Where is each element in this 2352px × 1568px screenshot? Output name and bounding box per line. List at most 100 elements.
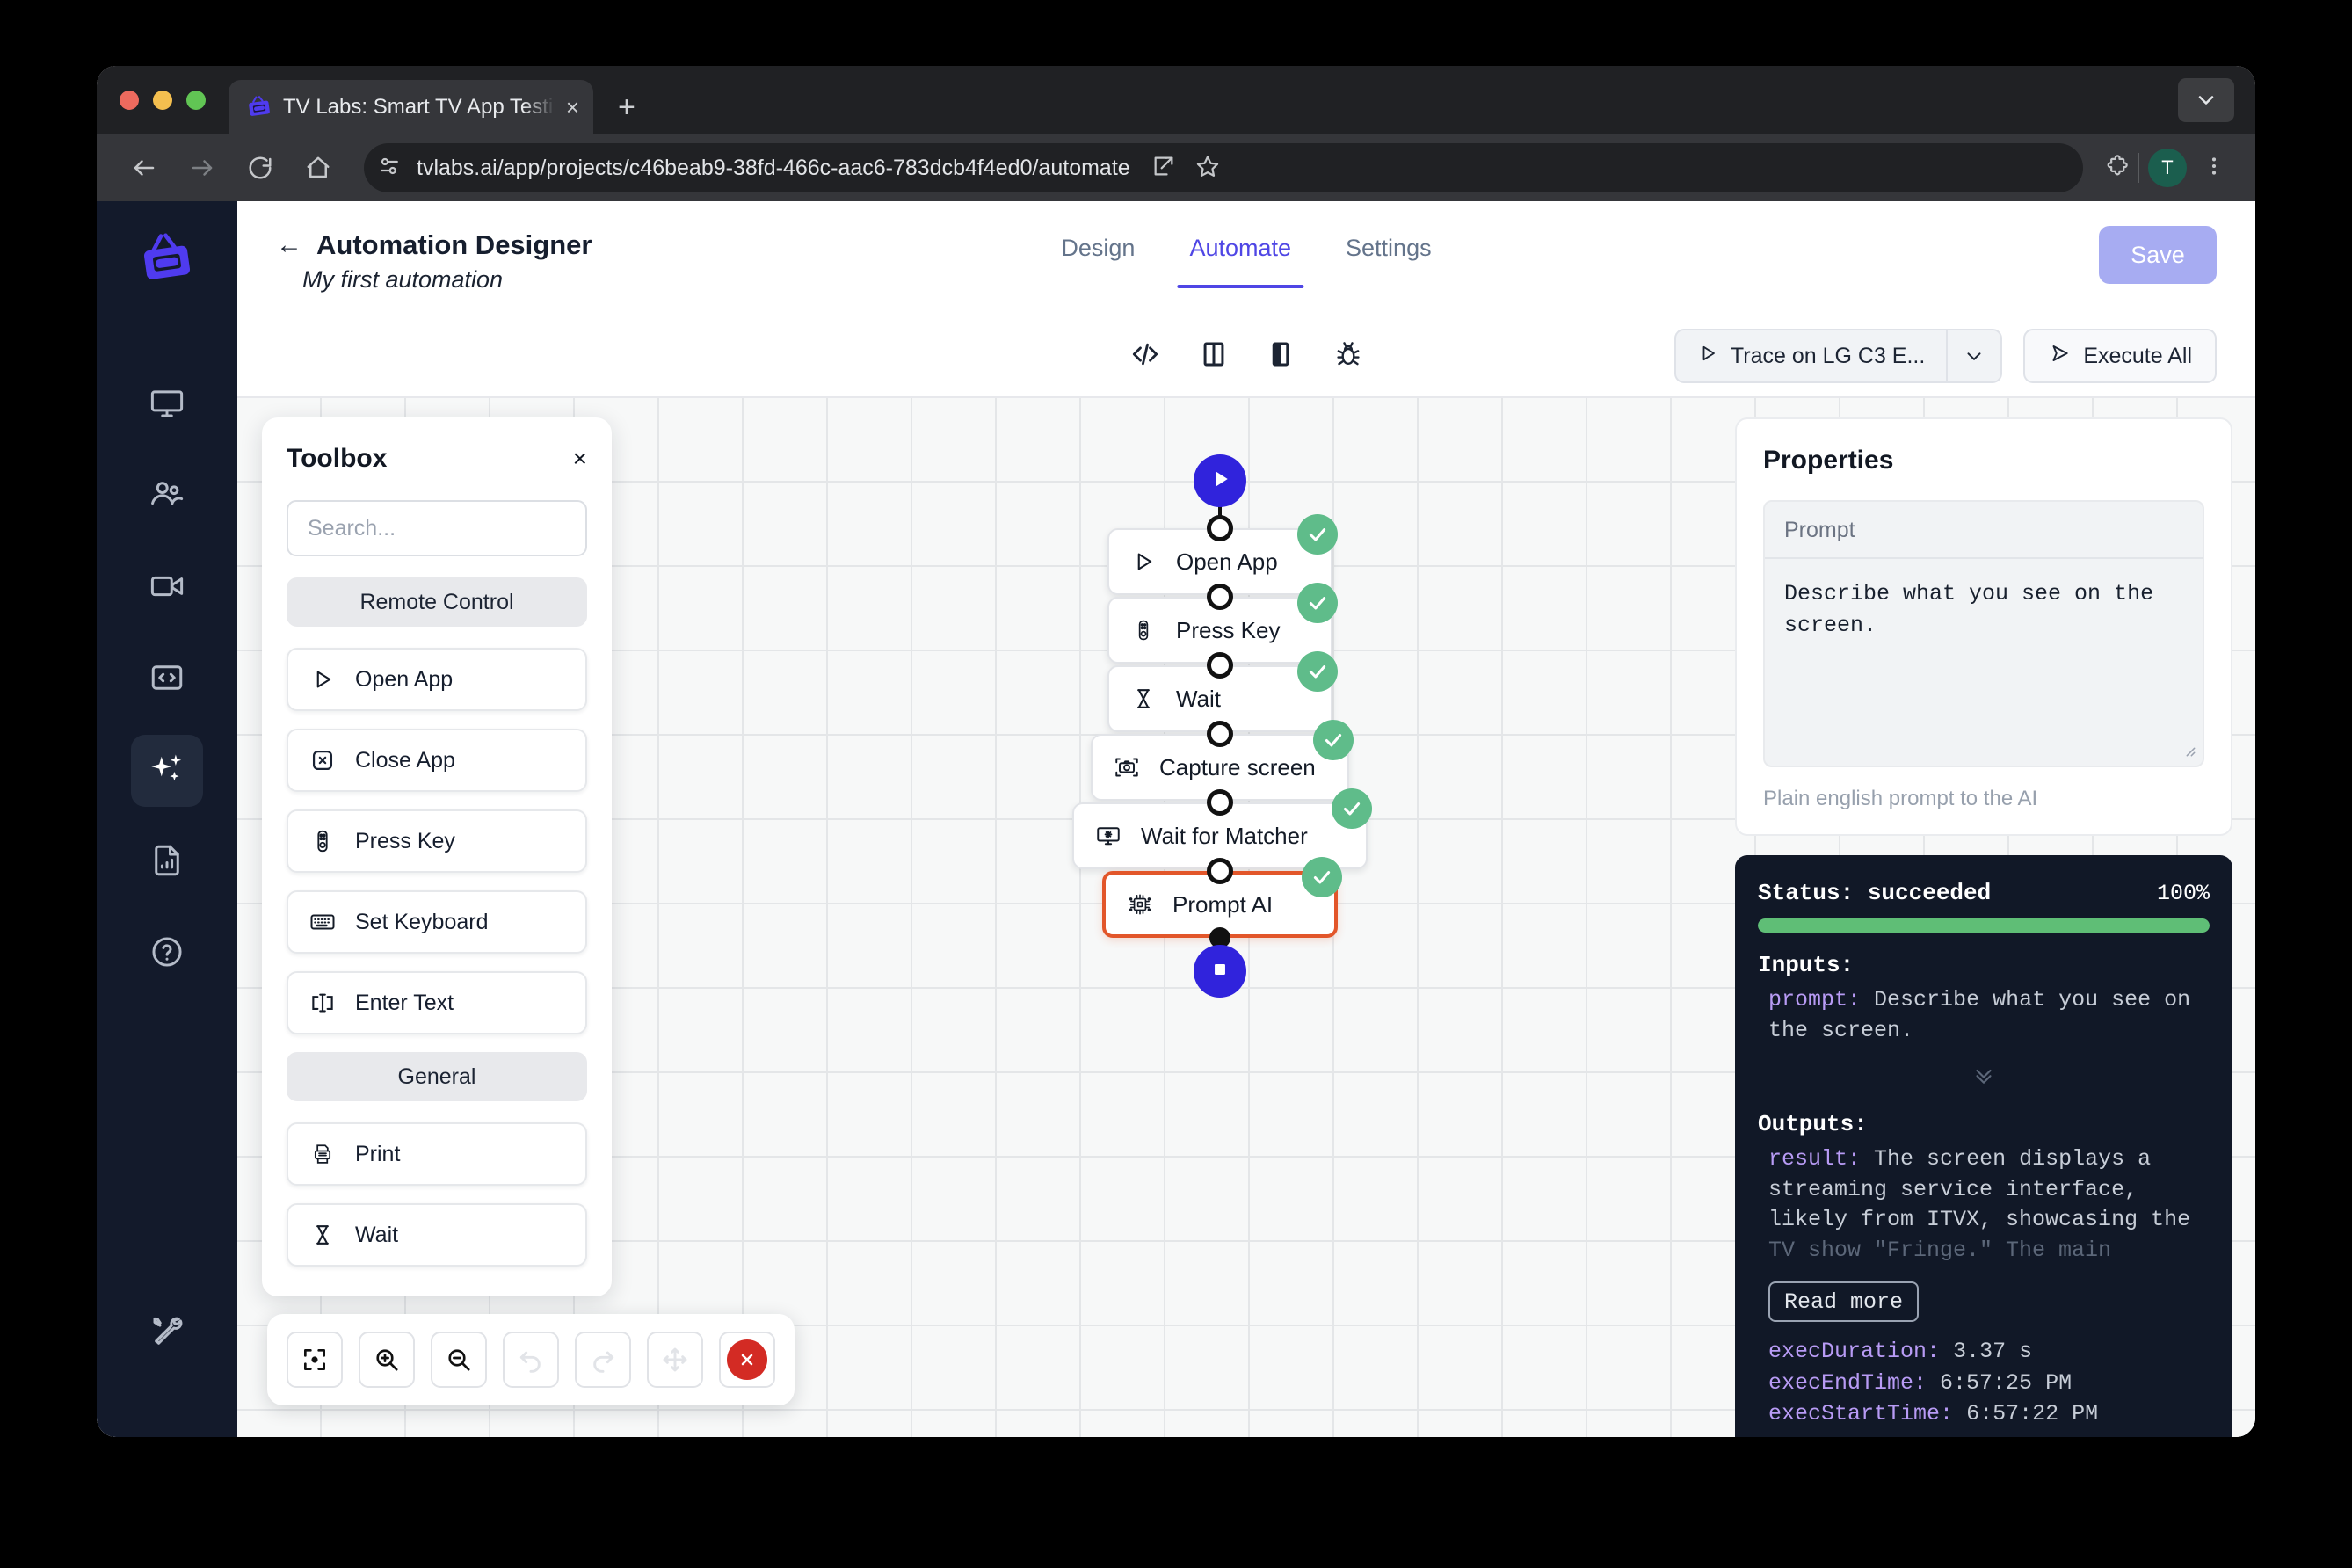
prompt-textarea[interactable] — [1765, 559, 2203, 761]
save-button[interactable]: Save — [2099, 226, 2217, 284]
tab-design[interactable]: Design — [1061, 235, 1135, 288]
input-entry: prompt: Describe what you see on the scr… — [1758, 985, 2210, 1046]
flow-node-input-port[interactable] — [1207, 652, 1233, 679]
flow-node-label: Press Key — [1176, 616, 1281, 643]
automation-canvas[interactable]: Toolbox × Remote Control Open App — [237, 398, 2255, 1437]
site-settings-icon[interactable] — [376, 153, 403, 184]
extensions-puzzle-icon[interactable] — [2104, 154, 2129, 183]
tools-icon — [149, 1312, 185, 1354]
flow-node-label: Wait — [1176, 685, 1222, 712]
play-icon — [1207, 466, 1233, 497]
trace-dropdown-chevron-down-icon[interactable] — [1946, 330, 2000, 381]
status-badge — [1302, 857, 1342, 897]
execute-all-button[interactable]: Execute All — [2023, 329, 2217, 383]
minimize-window-button[interactable] — [153, 91, 172, 110]
outputs-title: Outputs: — [1758, 1111, 1868, 1137]
maximize-window-button[interactable] — [186, 91, 206, 110]
sidebar-item-video[interactable] — [131, 552, 203, 624]
omnibox-divider — [2138, 153, 2139, 183]
pan-button[interactable] — [647, 1332, 703, 1388]
resize-handle-icon[interactable] — [2180, 741, 2197, 762]
flow-end-node[interactable] — [1194, 945, 1246, 998]
split-panel-icon[interactable] — [1199, 339, 1229, 374]
bookmark-star-icon[interactable] — [1195, 154, 1220, 183]
editor-toolbar-actions: Trace on LG C3 E... Execute All — [1673, 329, 2217, 383]
tab-automate[interactable]: Automate — [1177, 235, 1303, 288]
timing-exec-duration: execDuration: 3.37 s — [1758, 1336, 2210, 1368]
play-outline-icon — [1697, 343, 1718, 370]
reload-icon[interactable] — [236, 143, 285, 192]
sidebar-item-tools[interactable] — [131, 1296, 203, 1368]
camera-icon — [1112, 752, 1142, 782]
timing-exec-start: execStartTime: 6:57:22 PM — [1758, 1398, 2210, 1430]
sidebar-item-reports[interactable] — [131, 826, 203, 898]
back-navigation-icon[interactable] — [120, 143, 169, 192]
window-traffic-lights — [120, 66, 229, 134]
close-tab-icon[interactable]: × — [566, 96, 579, 119]
new-tab-button[interactable]: + — [618, 92, 635, 122]
half-panel-icon[interactable] — [1266, 339, 1296, 374]
progress-bar-fill — [1758, 918, 2210, 933]
status-percent: 100% — [2156, 881, 2210, 906]
tab-list-chevron-down-icon[interactable] — [2178, 78, 2234, 122]
report-icon — [149, 842, 185, 883]
browser-menu-icon[interactable] — [2196, 155, 2232, 182]
tvlabs-logo-icon[interactable] — [138, 231, 196, 294]
status-text: Status: succeeded — [1758, 880, 1992, 906]
address-bar[interactable]: tvlabs.ai/app/projects/c46beab9-38fd-466… — [364, 143, 2083, 192]
open-in-new-tab-icon[interactable] — [1151, 154, 1176, 183]
expand-chevron-down-icon[interactable] — [1758, 1062, 2210, 1093]
execution-status-card: Status: succeeded 100% Inputs: prompt: D… — [1735, 855, 2232, 1437]
main-content: ← Automation Designer My first automatio… — [237, 201, 2255, 1437]
matcher-icon — [1093, 821, 1123, 851]
status-badge — [1313, 720, 1354, 760]
sidebar-item-devices[interactable] — [131, 369, 203, 441]
trace-button[interactable]: Trace on LG C3 E... — [1676, 330, 1946, 381]
remote-icon — [1129, 615, 1158, 645]
flow-node-input-port[interactable] — [1207, 584, 1233, 610]
timing-value: 6:57:25 PM — [1940, 1369, 2073, 1396]
flow-node-input-port[interactable] — [1207, 515, 1233, 541]
back-button[interactable]: ← — [276, 232, 302, 258]
close-window-button[interactable] — [120, 91, 139, 110]
browser-window: TV Labs: Smart TV App Testin × + tvlabs.… — [97, 66, 2255, 1437]
zoom-in-button[interactable] — [359, 1332, 415, 1388]
sidebar-item-code[interactable] — [131, 643, 203, 715]
address-bar-url: tvlabs.ai/app/projects/c46beab9-38fd-466… — [417, 155, 1130, 180]
flow-node-label: Capture screen — [1159, 753, 1316, 780]
home-icon[interactable] — [294, 143, 343, 192]
prompt-field-label: Prompt — [1765, 502, 2203, 559]
undo-button[interactable] — [503, 1332, 559, 1388]
play-icon — [1129, 547, 1158, 577]
read-more-button[interactable]: Read more — [1768, 1281, 1920, 1322]
forward-navigation-icon[interactable] — [178, 143, 227, 192]
zoom-out-button[interactable] — [431, 1332, 487, 1388]
status-badge — [1297, 514, 1338, 555]
sidebar-item-users[interactable] — [131, 461, 203, 533]
code-icon — [149, 659, 185, 701]
tab-settings[interactable]: Settings — [1346, 235, 1432, 288]
flow-node-input-port[interactable] — [1207, 789, 1233, 816]
browser-tab[interactable]: TV Labs: Smart TV App Testin × — [229, 80, 593, 134]
redo-button[interactable] — [575, 1332, 631, 1388]
profile-avatar[interactable]: T — [2148, 149, 2187, 187]
input-key: prompt: — [1768, 987, 1862, 1013]
sidebar-item-automations[interactable] — [131, 735, 203, 807]
browser-omnibox-row: tvlabs.ai/app/projects/c46beab9-38fd-466… — [97, 134, 2255, 201]
flow-node-input-port[interactable] — [1207, 858, 1233, 884]
delete-button[interactable] — [719, 1332, 775, 1388]
status-badge — [1297, 583, 1338, 623]
flow-node-input-port[interactable] — [1207, 721, 1233, 747]
output-entry: result: The screen displays a streaming … — [1758, 1144, 2210, 1266]
fit-view-button[interactable] — [287, 1332, 343, 1388]
application-shell: ← Automation Designer My first automatio… — [97, 201, 2255, 1437]
debug-bug-icon[interactable] — [1332, 338, 1364, 374]
timing-key: execEndTime: — [1768, 1369, 1927, 1396]
flow-start-node[interactable] — [1194, 454, 1246, 507]
flow-node-label: Prompt AI — [1172, 890, 1274, 918]
browser-tab-title: TV Labs: Smart TV App Testin — [283, 95, 555, 119]
sidebar-item-help[interactable] — [131, 918, 203, 990]
header-left: ← Automation Designer My first automatio… — [276, 229, 592, 294]
code-view-icon[interactable] — [1129, 338, 1162, 375]
progress-bar — [1758, 918, 2210, 933]
